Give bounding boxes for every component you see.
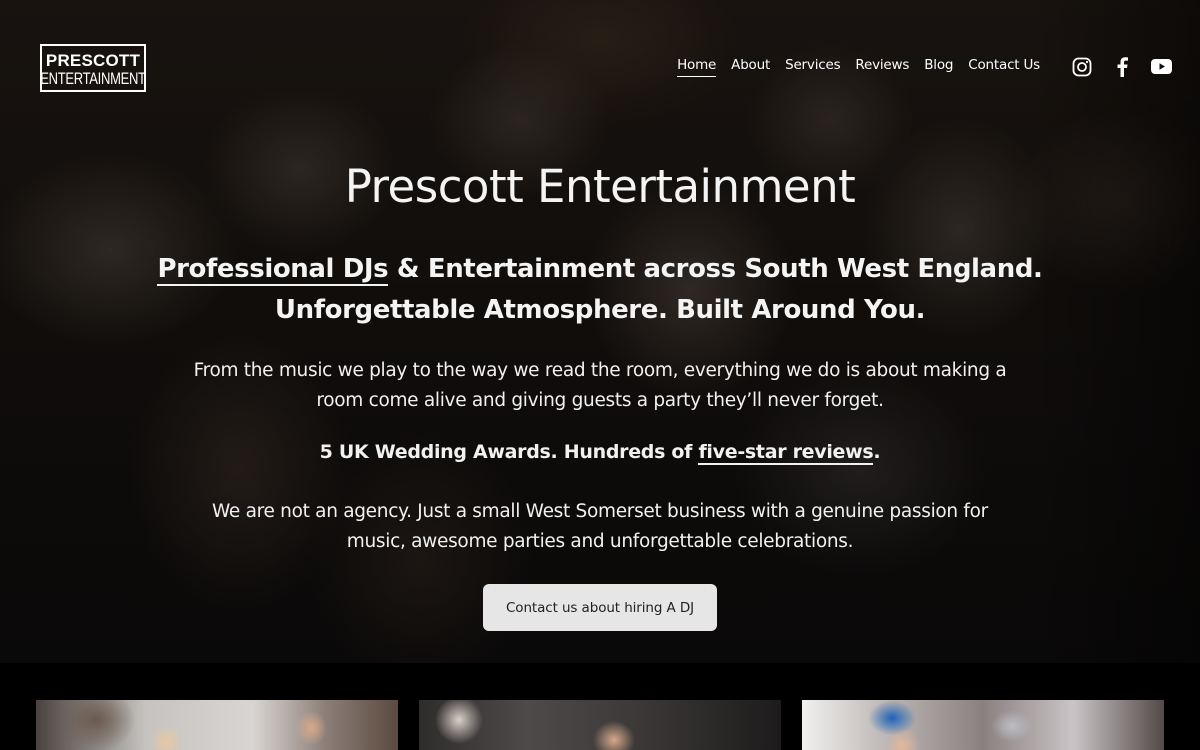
nav-blog[interactable]: Blog: [924, 57, 953, 77]
tagline-rest: & Entertainment across South West Englan…: [388, 254, 1043, 284]
gallery-image-party-guest[interactable]: [419, 700, 781, 750]
nav-contact-us[interactable]: Contact Us: [968, 57, 1040, 77]
nav-services[interactable]: Services: [785, 57, 841, 77]
five-star-reviews-link[interactable]: five-star reviews: [698, 441, 874, 465]
professional-djs-link[interactable]: Professional DJs: [157, 254, 389, 286]
nav-home[interactable]: Home: [677, 57, 716, 77]
awards-text: 5 UK Wedding Awards. Hundreds of: [319, 441, 699, 463]
photo-gallery: [0, 663, 1200, 750]
nav-about[interactable]: About: [731, 57, 770, 77]
logo-line-2: ENTERTAINMENT: [40, 68, 146, 88]
social-links: [1071, 56, 1172, 77]
gallery-image-dancing-couple[interactable]: [36, 700, 398, 750]
intro-paragraph: From the music we play to the way we rea…: [193, 360, 1007, 411]
site-header: PRESCOTT ENTERTAINMENT Home About Servic…: [0, 0, 1200, 130]
awards-end: .: [873, 441, 881, 463]
gallery-image-photobooth[interactable]: [802, 700, 1164, 750]
instagram-icon[interactable]: [1071, 56, 1092, 77]
logo-line-1: PRESCOTT: [45, 50, 141, 70]
nav-reviews[interactable]: Reviews: [855, 57, 909, 77]
facebook-icon[interactable]: [1111, 56, 1132, 77]
main-nav: Home About Services Reviews Blog Contact…: [677, 57, 1040, 77]
page-title: Prescott Entertainment: [344, 160, 856, 213]
awards-line: 5 UK Wedding Awards. Hundreds of five-st…: [0, 441, 1200, 465]
tagline-line-2: Unforgettable Atmosphere. Built Around Y…: [274, 295, 926, 325]
hero-tagline: Professional DJs & Entertainment across …: [0, 249, 1200, 331]
youtube-icon[interactable]: [1151, 56, 1172, 77]
contact-dj-button[interactable]: Contact us about hiring A DJ: [483, 584, 717, 631]
site-logo[interactable]: PRESCOTT ENTERTAINMENT: [40, 44, 146, 92]
about-paragraph: We are not an agency. Just a small West …: [212, 501, 988, 552]
